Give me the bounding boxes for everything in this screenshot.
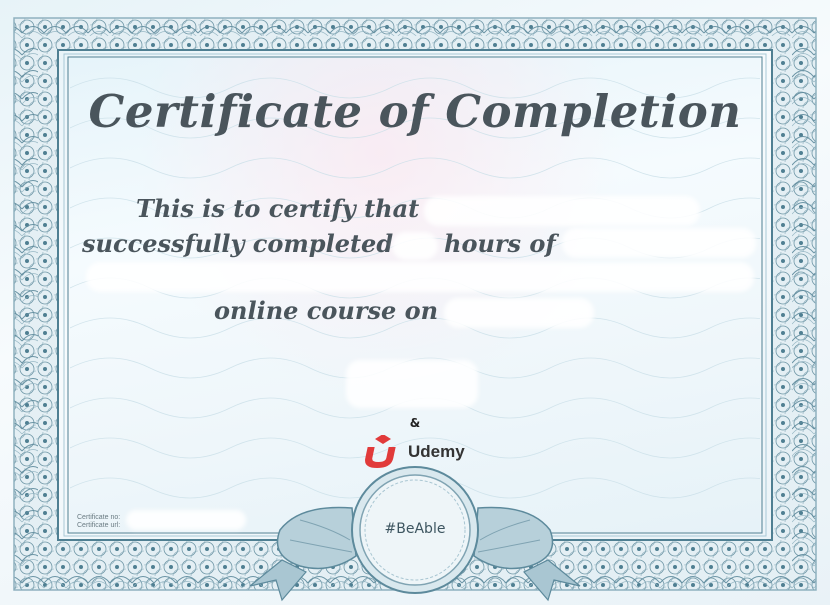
ribbon-seal	[249, 466, 581, 602]
certificate: Certificate of Completion This is to cer…	[0, 0, 830, 605]
seal-hashtag: #BeAble	[384, 521, 446, 537]
